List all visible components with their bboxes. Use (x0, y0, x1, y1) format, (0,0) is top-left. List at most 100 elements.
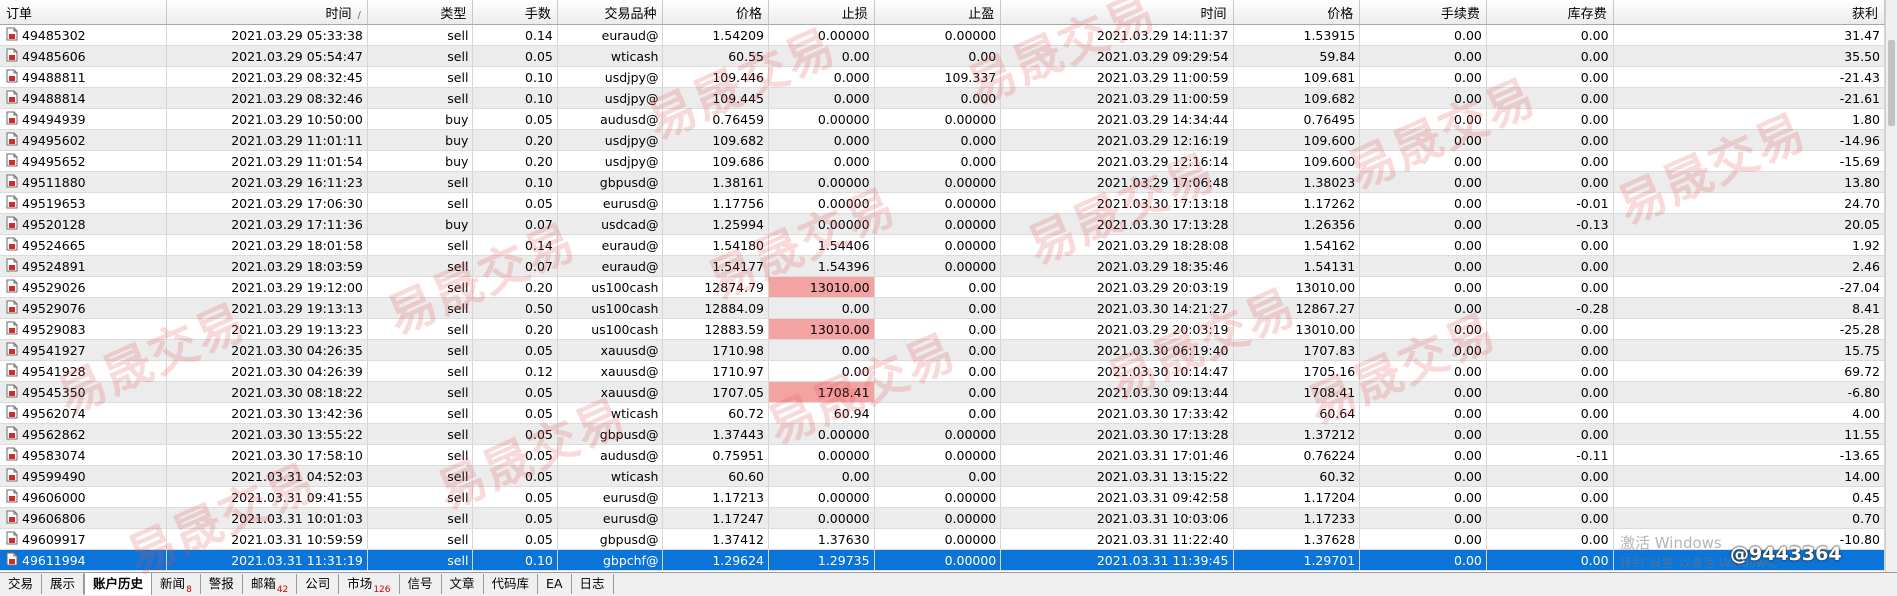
table-row[interactable]: 49529026 2021.03.29 19:12:00 sell 0.20 us100… (0, 276, 1885, 298)
cell-close-time: 2021.03.31 09:42:58 (1000, 486, 1234, 508)
column-header-profit[interactable]: 获利 (1613, 0, 1885, 25)
cell-commission: 0.00 (1359, 171, 1487, 193)
tab-11[interactable]: EA (538, 574, 572, 594)
table-row[interactable]: 49519653 2021.03.29 17:06:30 sell 0.05 eurus… (0, 192, 1885, 214)
tab-6[interactable]: 公司 (297, 574, 340, 594)
cell-symbol: audusd@ (557, 108, 664, 130)
cell-open-time: 2021.03.31 09:41:55 (166, 486, 368, 508)
cell-commission: 0.00 (1359, 465, 1487, 487)
cell-close-time: 2021.03.29 12:16:14 (1000, 150, 1234, 172)
cell-symbol: gbpusd@ (557, 171, 664, 193)
cell-sl: 0.000 (768, 129, 875, 151)
table-row[interactable]: 49529083 2021.03.29 19:13:23 sell 0.20 us100… (0, 318, 1885, 340)
column-header-symbol[interactable]: 交易品种 (557, 0, 664, 25)
cell-lots: 0.20 (472, 150, 558, 172)
cell-commission: 0.00 (1359, 486, 1487, 508)
cell-open-time: 2021.03.31 10:01:03 (166, 507, 368, 529)
order-number: 49485302 (22, 27, 86, 43)
scrollbar-thumb[interactable] (1888, 40, 1895, 126)
tab-7[interactable]: 市场126 (339, 574, 400, 595)
table-row[interactable]: 49524665 2021.03.29 18:01:58 sell 0.14 eurau… (0, 234, 1885, 256)
cell-lots: 0.05 (472, 444, 558, 466)
column-header-close-time[interactable]: 时间 (1000, 0, 1234, 25)
cell-sl: 0.000 (768, 150, 875, 172)
column-header-tp[interactable]: 止盈 (874, 0, 1002, 25)
table-row[interactable]: 49485606 2021.03.29 05:54:47 sell 0.05 wtica… (0, 45, 1885, 67)
cell-sl: 0.00 (768, 297, 875, 319)
table-row[interactable]: 49495652 2021.03.29 11:01:54 buy 0.20 usdjpy… (0, 150, 1885, 172)
table-row[interactable]: 49606000 2021.03.31 09:41:55 sell 0.05 eurus… (0, 486, 1885, 508)
column-header-swap[interactable]: 库存费 (1486, 0, 1614, 25)
cell-tp: 0.00000 (874, 255, 1002, 277)
cell-order: 49606806 (0, 507, 168, 529)
cell-symbol: us100cash (557, 276, 664, 298)
column-header-close-price[interactable]: 价格 (1233, 0, 1361, 25)
cell-commission: 0.00 (1359, 45, 1487, 67)
table-row[interactable]: 49488814 2021.03.29 08:32:46 sell 0.10 usdjp… (0, 87, 1885, 109)
closed-order-icon (6, 489, 18, 506)
cell-commission: 0.00 (1359, 507, 1487, 529)
cell-order: 49520128 (0, 213, 168, 235)
column-header-order[interactable]: 订单 (0, 0, 168, 25)
table-row[interactable]: 49583074 2021.03.30 17:58:10 sell 0.05 audus… (0, 444, 1885, 466)
cell-order: 49606000 (0, 486, 168, 508)
closed-order-icon (6, 132, 18, 149)
tab-1[interactable]: 展示 (42, 574, 85, 594)
tab-12[interactable]: 日志 (572, 574, 614, 594)
tab-4[interactable]: 警报 (201, 574, 243, 594)
tab-0[interactable]: 交易 (0, 574, 43, 594)
cell-price: 1707.05 (662, 381, 770, 403)
table-row[interactable]: 49495602 2021.03.29 11:01:11 buy 0.20 usdjpy… (0, 129, 1885, 151)
order-number: 49599490 (22, 468, 86, 484)
tab-2[interactable]: 账户历史 (84, 573, 153, 595)
vertical-scrollbar[interactable] (1885, 0, 1897, 572)
column-header-sl[interactable]: 止损 (768, 0, 875, 25)
order-number: 49529026 (22, 279, 86, 295)
column-header-type[interactable]: 类型 (367, 0, 474, 25)
tab-9[interactable]: 文章 (442, 574, 484, 594)
table-row[interactable]: 49488811 2021.03.29 08:32:45 sell 0.10 usdjp… (0, 66, 1885, 88)
table-row[interactable]: 49520128 2021.03.29 17:11:36 buy 0.07 usdcad… (0, 213, 1885, 235)
table-row[interactable]: 49485302 2021.03.29 05:33:38 sell 0.14 eurau… (0, 24, 1885, 46)
cell-lots: 0.10 (472, 87, 558, 109)
cell-price: 109.445 (662, 87, 770, 109)
table-row[interactable]: 49545350 2021.03.30 08:18:22 sell 0.05 xauus… (0, 381, 1885, 403)
cell-close-price: 1.54131 (1233, 255, 1361, 277)
table-row[interactable]: 49524891 2021.03.29 18:03:59 sell 0.07 eurau… (0, 255, 1885, 277)
tab-3[interactable]: 新闻8 (152, 574, 201, 595)
cell-commission: 0.00 (1359, 444, 1487, 466)
cell-price: 1.37412 (662, 528, 770, 550)
tab-5[interactable]: 邮箱42 (243, 574, 298, 595)
cell-sl: 0.00000 (768, 24, 875, 46)
table-row[interactable]: 49511880 2021.03.29 16:11:23 sell 0.10 gbpus… (0, 171, 1885, 193)
tab-label: 文章 (449, 576, 475, 591)
column-header-open-time[interactable]: 时间 / (166, 0, 368, 25)
table-row[interactable]: 49562862 2021.03.30 13:55:22 sell 0.05 gbpus… (0, 423, 1885, 445)
table-row[interactable]: 49541928 2021.03.30 04:26:39 sell 0.12 xauus… (0, 360, 1885, 382)
table-row[interactable]: 49599490 2021.03.31 04:52:03 sell 0.05 wtica… (0, 465, 1885, 487)
cell-type: buy (367, 213, 474, 235)
order-number: 49524665 (22, 237, 86, 253)
cell-tp: 0.00 (874, 402, 1002, 424)
table-row[interactable]: 49562074 2021.03.30 13:42:36 sell 0.05 wtica… (0, 402, 1885, 424)
table-row[interactable]: 49494939 2021.03.29 10:50:00 buy 0.05 audusd… (0, 108, 1885, 130)
table-row[interactable]: 49529076 2021.03.29 19:13:13 sell 0.50 us100… (0, 297, 1885, 319)
cell-swap: 0.00 (1486, 129, 1614, 151)
cell-symbol: eurusd@ (557, 507, 664, 529)
cell-type: sell (367, 465, 474, 487)
column-header-lots[interactable]: 手数 (472, 0, 558, 25)
cell-profit: 35.50 (1613, 45, 1885, 67)
tab-label: 展示 (50, 576, 76, 591)
tab-8[interactable]: 信号 (400, 574, 442, 594)
cell-swap: 0.00 (1486, 402, 1614, 424)
tab-10[interactable]: 代码库 (484, 574, 539, 594)
table-row[interactable]: 49609917 2021.03.31 10:59:59 sell 0.05 gbpus… (0, 528, 1885, 550)
cell-order: 49488814 (0, 87, 168, 109)
cell-close-price: 1.17262 (1233, 192, 1361, 214)
table-row[interactable]: 49611994 2021.03.31 11:31:19 sell 0.10 gbpch… (0, 549, 1885, 571)
column-header-commission[interactable]: 手续费 (1359, 0, 1487, 25)
order-number: 49583074 (22, 447, 86, 463)
table-row[interactable]: 49606806 2021.03.31 10:01:03 sell 0.05 eurus… (0, 507, 1885, 529)
column-header-price[interactable]: 价格 (662, 0, 770, 25)
table-row[interactable]: 49541927 2021.03.30 04:26:35 sell 0.05 xauus… (0, 339, 1885, 361)
